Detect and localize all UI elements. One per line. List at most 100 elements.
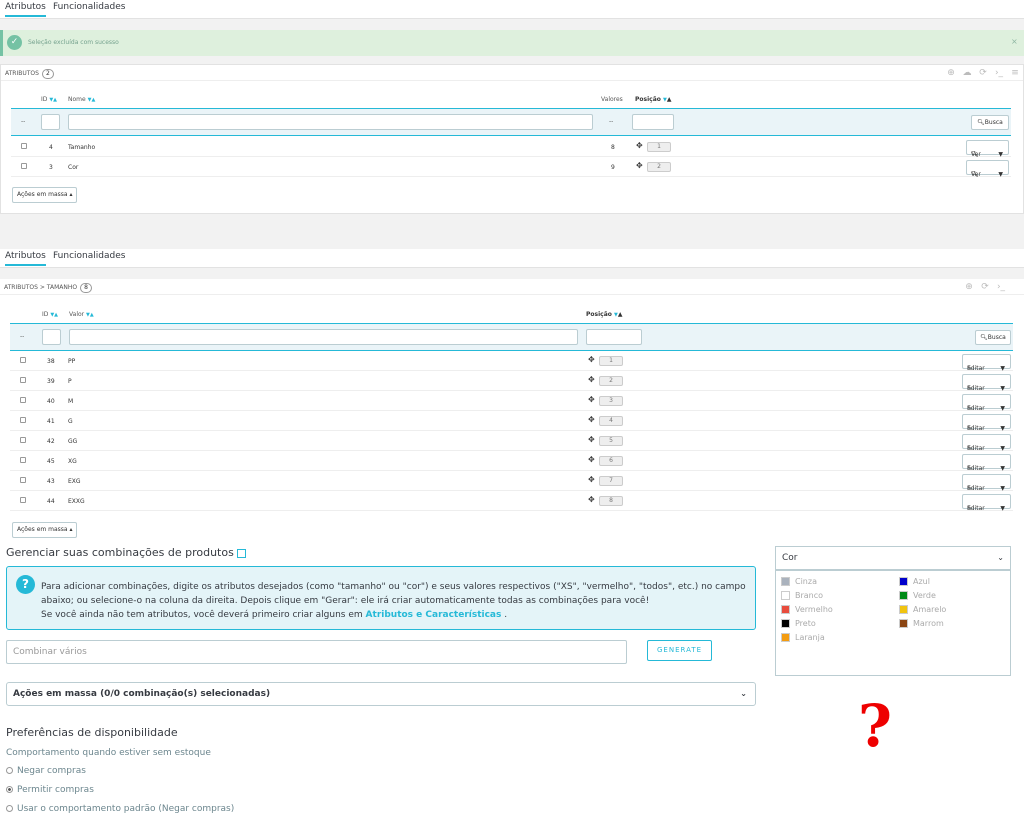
add-icon[interactable]: ⊕ xyxy=(946,68,956,78)
attributes-link[interactable]: Atributos e Características xyxy=(366,610,502,620)
row-checkbox[interactable] xyxy=(20,397,26,403)
table-row[interactable]: 41 G ✥ 4 ✎ Editar ▼ xyxy=(10,411,1013,432)
drag-handle-icon[interactable]: ✥ xyxy=(636,141,643,150)
table-row[interactable]: 39 P ✥ 2 ✎ Editar ▼ xyxy=(10,371,1013,392)
color-option[interactable]: Laranja xyxy=(781,633,825,642)
availability-option[interactable]: Permitir compras xyxy=(6,785,94,795)
availability-option[interactable]: Negar compras xyxy=(6,766,86,776)
tab-features-2[interactable]: Funcionalidades xyxy=(53,251,125,261)
edit-button[interactable]: ✎ Editar ▼ xyxy=(962,494,1011,512)
row-value: M xyxy=(68,398,74,405)
table-row[interactable]: 3 Cor 9 ✥ 2 🔍︎ Ver ▼ xyxy=(11,157,1011,178)
color-option[interactable]: Vermelho xyxy=(781,605,833,614)
row-checkbox[interactable] xyxy=(21,143,27,149)
edit-button[interactable]: ✎ Editar ▼ xyxy=(962,394,1011,412)
row-checkbox[interactable] xyxy=(20,357,26,363)
id-filter-input[interactable] xyxy=(42,329,61,345)
edit-button[interactable]: ✎ Editar ▼ xyxy=(962,414,1011,432)
header-position[interactable]: Posição ▼▲ xyxy=(635,96,671,103)
header-id[interactable]: ID ▼▲ xyxy=(42,311,58,318)
refresh-icon[interactable]: ⟳ xyxy=(978,68,988,78)
drag-handle-icon[interactable]: ✥ xyxy=(588,415,595,424)
table-row[interactable]: 43 EXG ✥ 7 ✎ Editar ▼ xyxy=(10,471,1013,492)
drag-handle-icon[interactable]: ✥ xyxy=(588,355,595,364)
tab-features[interactable]: Funcionalidades xyxy=(53,2,125,12)
row-checkbox[interactable] xyxy=(20,377,26,383)
row-checkbox[interactable] xyxy=(20,497,26,503)
drag-handle-icon[interactable]: ✥ xyxy=(588,435,595,444)
cloud-upload-icon[interactable]: ☁ xyxy=(962,68,972,78)
drag-handle-icon[interactable]: ✥ xyxy=(588,495,595,504)
color-option[interactable]: Amarelo xyxy=(899,605,946,614)
drag-handle-icon[interactable]: ✥ xyxy=(588,375,595,384)
row-id: 3 xyxy=(49,164,53,171)
close-icon[interactable]: × xyxy=(1011,37,1018,46)
name-filter-input[interactable] xyxy=(68,114,593,130)
view-button[interactable]: 🔍︎ Ver ▼ xyxy=(966,160,1009,178)
tab-attributes-2[interactable]: Atributos xyxy=(5,251,46,266)
id-filter-input[interactable] xyxy=(41,114,60,130)
row-checkbox[interactable] xyxy=(21,163,27,169)
generate-button[interactable]: GENERATE xyxy=(647,640,712,661)
drag-handle-icon[interactable]: ✥ xyxy=(636,161,643,170)
bulk-actions-button-2[interactable]: Ações em massa ▴ xyxy=(12,522,77,538)
success-alert: ✓ Seleção excluída com sucesso × xyxy=(0,30,1024,56)
row-value: G xyxy=(68,418,73,425)
header-name[interactable]: Nome ▼▲ xyxy=(68,96,95,103)
color-option[interactable]: Verde xyxy=(899,591,936,600)
color-option[interactable]: Preto xyxy=(781,619,816,628)
caret-down-icon[interactable]: ▼ xyxy=(1000,502,1005,515)
color-option[interactable]: Cinza xyxy=(781,577,817,586)
view-button[interactable]: 🔍︎ Ver ▼ xyxy=(966,140,1009,158)
table-row[interactable]: 38 PP ✥ 1 ✎ Editar ▼ xyxy=(10,351,1013,372)
sql-icon[interactable]: ›_ xyxy=(996,282,1006,292)
drag-handle-icon[interactable]: ✥ xyxy=(588,455,595,464)
row-id: 42 xyxy=(47,438,55,445)
table-row[interactable]: 40 M ✥ 3 ✎ Editar ▼ xyxy=(10,391,1013,412)
row-checkbox[interactable] xyxy=(20,457,26,463)
bulk-actions-button[interactable]: Ações em massa ▴ xyxy=(12,187,77,203)
search-button[interactable]: 🔍︎Busca xyxy=(971,115,1009,130)
color-option[interactable]: Azul xyxy=(899,577,930,586)
edit-button[interactable]: ✎ Editar ▼ xyxy=(962,434,1011,452)
refresh-icon[interactable]: ⟳ xyxy=(980,282,990,292)
radio-button[interactable] xyxy=(6,805,13,812)
attribute-select[interactable]: Cor ⌄ xyxy=(775,546,1011,570)
row-checkbox[interactable] xyxy=(20,437,26,443)
sql-icon[interactable]: ›_ xyxy=(994,68,1004,78)
caret-down-icon[interactable]: ▼ xyxy=(998,168,1003,181)
edit-button[interactable]: ✎ Editar ▼ xyxy=(962,354,1011,372)
row-id: 39 xyxy=(47,378,55,385)
drag-handle-icon[interactable]: ✥ xyxy=(588,395,595,404)
database-icon[interactable]: ≡ xyxy=(1010,68,1020,78)
color-option[interactable]: Marrom xyxy=(899,619,944,628)
position-filter-input[interactable] xyxy=(632,114,674,130)
drag-handle-icon[interactable]: ✥ xyxy=(588,475,595,484)
header-id[interactable]: ID ▼▲ xyxy=(41,96,57,103)
color-option[interactable]: Branco xyxy=(781,591,823,600)
add-icon[interactable]: ⊕ xyxy=(964,282,974,292)
header-value[interactable]: Valor ▼▲ xyxy=(69,311,94,318)
availability-option[interactable]: Usar o comportamento padrão (Negar compr… xyxy=(6,804,234,814)
radio-button[interactable] xyxy=(6,767,13,774)
table-row[interactable]: 45 XG ✥ 6 ✎ Editar ▼ xyxy=(10,451,1013,472)
position-badge: 2 xyxy=(647,162,671,172)
bulk-combinations-bar[interactable]: Ações em massa (0/0 combinação(s) seleci… xyxy=(6,682,756,706)
row-id: 43 xyxy=(47,478,55,485)
radio-button[interactable] xyxy=(6,786,13,793)
edit-button[interactable]: ✎ Editar ▼ xyxy=(962,474,1011,492)
edit-button[interactable]: ✎ Editar ▼ xyxy=(962,454,1011,472)
search-button[interactable]: 🔍︎Busca xyxy=(975,330,1011,345)
header-position[interactable]: Posição ▼▲ xyxy=(586,311,622,318)
row-checkbox[interactable] xyxy=(20,417,26,423)
help-icon[interactable] xyxy=(237,548,247,558)
combine-input[interactable]: Combinar vários xyxy=(6,640,627,664)
row-checkbox[interactable] xyxy=(20,477,26,483)
value-filter-input[interactable] xyxy=(69,329,578,345)
table-row[interactable]: 42 GG ✥ 5 ✎ Editar ▼ xyxy=(10,431,1013,452)
tab-attributes[interactable]: Atributos xyxy=(5,2,46,17)
table-row[interactable]: 44 EXXG ✥ 8 ✎ Editar ▼ xyxy=(10,491,1013,512)
position-filter-input[interactable] xyxy=(586,329,642,345)
edit-button[interactable]: ✎ Editar ▼ xyxy=(962,374,1011,392)
table-row[interactable]: 4 Tamanho 8 ✥ 1 🔍︎ Ver ▼ xyxy=(11,137,1011,158)
